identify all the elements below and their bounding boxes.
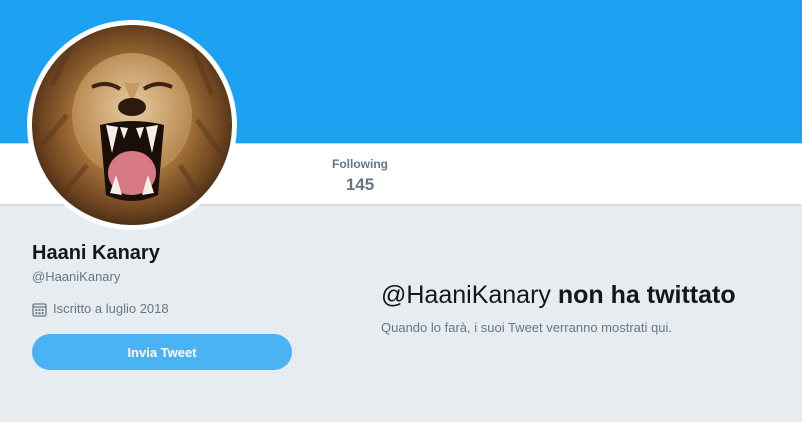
joined-text: Iscritto a luglio 2018 xyxy=(53,301,169,316)
empty-state-handle: @HaaniKanary xyxy=(381,281,551,309)
empty-state-message: non ha twittato xyxy=(557,281,736,309)
following-label: Following xyxy=(332,157,388,171)
calendar-icon xyxy=(32,302,47,317)
profile-name: Haani Kanary xyxy=(32,242,160,264)
avatar-image xyxy=(32,25,232,225)
following-stat[interactable]: Following 145 xyxy=(325,156,395,196)
profile-handle: @HaaniKanary xyxy=(32,269,121,284)
joined-date: Iscritto a luglio 2018 xyxy=(32,300,169,318)
empty-state-title: @HaaniKanary non ha twittato xyxy=(381,280,736,310)
send-tweet-button[interactable]: Invia Tweet xyxy=(32,334,292,370)
profile-avatar[interactable] xyxy=(27,20,237,230)
following-count: 145 xyxy=(345,175,375,194)
empty-state-subtitle: Quando lo farà, i suoi Tweet verranno mo… xyxy=(381,320,672,335)
